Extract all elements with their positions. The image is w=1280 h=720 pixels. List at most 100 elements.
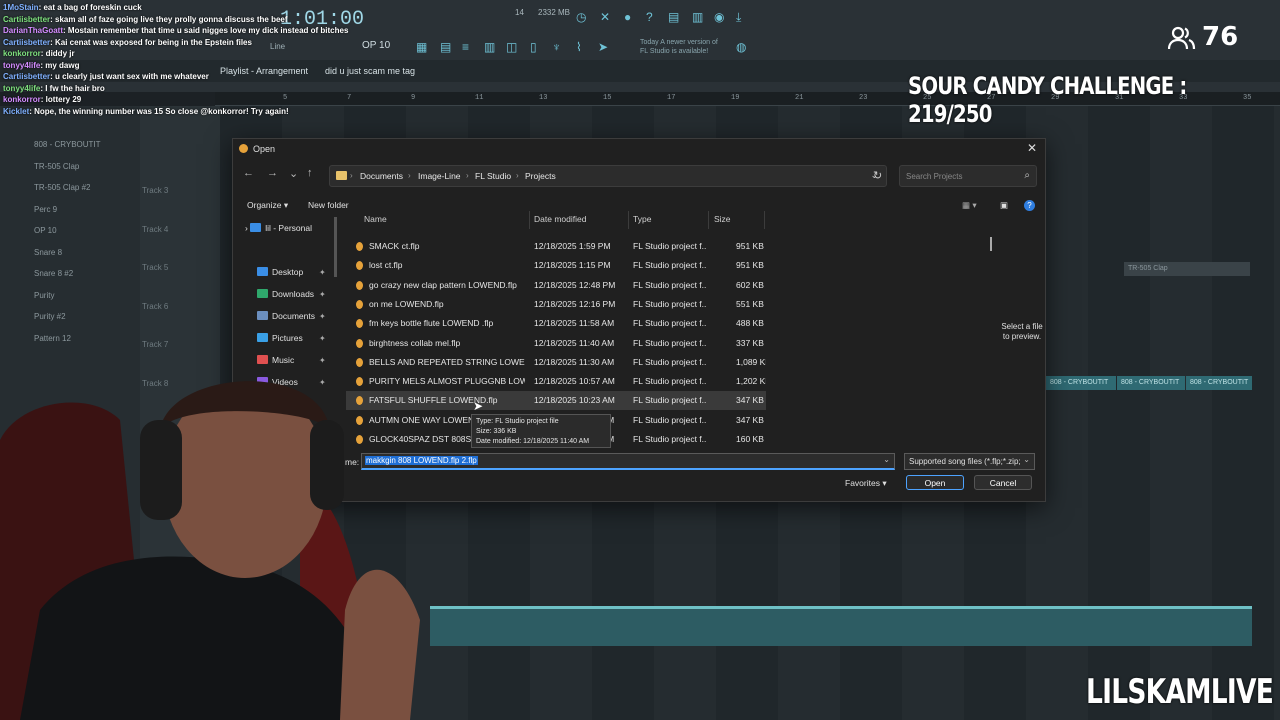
chat-username[interactable]: Cartiisbetter bbox=[3, 38, 50, 47]
pattern-item[interactable]: Purity bbox=[34, 291, 54, 300]
chat-username[interactable]: konkorror bbox=[3, 95, 41, 104]
clip-808[interactable]: 808 - CRYBOUTIT bbox=[1117, 376, 1185, 390]
file-row[interactable]: lost ct.flp 12/18/2025 1:15 PM FL Studio p… bbox=[346, 256, 766, 275]
track-name[interactable]: Track 3 bbox=[142, 186, 168, 195]
column-divider[interactable] bbox=[764, 211, 765, 229]
pattern-item[interactable]: TR-505 Clap #2 bbox=[34, 183, 90, 192]
breadcrumb-image-line[interactable]: Image-Line bbox=[418, 171, 461, 181]
sidebar-item[interactable]: Desktop bbox=[257, 267, 303, 277]
column-divider[interactable] bbox=[628, 211, 629, 229]
track-name[interactable]: Track 5 bbox=[142, 263, 168, 272]
flp-file-icon bbox=[356, 280, 363, 290]
forward-icon[interactable]: → bbox=[267, 167, 278, 179]
file-row[interactable]: go crazy new clap pattern LOWEND.flp 12/1… bbox=[346, 276, 766, 295]
pattern-item[interactable]: Purity #2 bbox=[34, 312, 66, 321]
cable-icon[interactable]: ⌇ bbox=[576, 40, 582, 54]
mixer-icon[interactable]: ≡ bbox=[462, 40, 469, 54]
view-options-icon[interactable]: ▦ ▾ bbox=[962, 200, 977, 211]
playlist-icon[interactable]: ▦ bbox=[416, 40, 427, 54]
browser-icon[interactable]: ▥ bbox=[692, 10, 703, 24]
globe-icon[interactable]: ◍ bbox=[736, 40, 746, 54]
pattern-item[interactable]: Perc 9 bbox=[34, 205, 57, 214]
track-name[interactable]: Track 4 bbox=[142, 225, 168, 234]
plug-icon[interactable]: ♆ bbox=[552, 40, 561, 54]
help-icon[interactable]: ? bbox=[1024, 200, 1035, 211]
sidebar-scrollbar[interactable] bbox=[334, 217, 337, 277]
chat-username[interactable]: 1MoStain bbox=[3, 3, 39, 12]
file-row[interactable]: fm keys bottle flute LOWEND .flp 12/18/20… bbox=[346, 314, 766, 333]
new-folder-button[interactable]: New folder bbox=[308, 200, 349, 210]
preview-pane-icon[interactable]: ▣ bbox=[1000, 200, 1008, 211]
column-size[interactable]: Size bbox=[714, 214, 731, 224]
file-row[interactable]: SMACK ct.flp 12/18/2025 1:59 PM FL Studio … bbox=[346, 237, 766, 256]
up-icon[interactable]: ↑ bbox=[307, 167, 313, 179]
chat-username[interactable]: konkorror bbox=[3, 49, 41, 58]
pin-icon[interactable]: ✦ bbox=[319, 268, 326, 277]
plugin-icon[interactable]: ◫ bbox=[506, 40, 517, 54]
track-name[interactable]: Track 7 bbox=[142, 340, 168, 349]
chevron-down-icon[interactable]: ⌄ bbox=[883, 455, 890, 464]
chevron-down-icon[interactable]: ⌄ bbox=[289, 167, 298, 180]
open-button[interactable]: Open bbox=[906, 475, 964, 490]
file-row[interactable]: birghtness collab mel.flp 12/18/2025 11:4… bbox=[346, 334, 766, 353]
breadcrumb-projects[interactable]: Projects bbox=[525, 171, 556, 181]
tools-icon[interactable]: ✕ bbox=[600, 10, 610, 24]
chat-username[interactable]: tonyy4life bbox=[3, 84, 40, 93]
mic-icon[interactable]: ● bbox=[624, 10, 631, 24]
render-icon[interactable]: ▤ bbox=[668, 10, 679, 24]
clip-808[interactable]: 808 - CRYBOUTIT bbox=[1046, 376, 1116, 390]
automation-clip[interactable] bbox=[430, 606, 1252, 646]
chat-username[interactable]: DarianThaGoatt bbox=[3, 26, 63, 35]
chat-icon[interactable]: ◉ bbox=[714, 10, 724, 24]
chat-username[interactable]: Cartiisbetter bbox=[3, 15, 50, 24]
pin-icon[interactable]: ✦ bbox=[319, 312, 326, 321]
pattern-item[interactable]: Pattern 12 bbox=[34, 334, 71, 343]
pattern-selector[interactable]: OP 10 bbox=[362, 40, 390, 51]
favorites-dropdown[interactable]: Favorites ▾ bbox=[845, 478, 887, 489]
chat-username[interactable]: tonyy4life bbox=[3, 61, 40, 70]
column-name[interactable]: Name bbox=[364, 214, 387, 224]
sidebar-item[interactable]: Downloads bbox=[257, 289, 314, 299]
column-divider[interactable] bbox=[708, 211, 709, 229]
send-icon[interactable]: ➤ bbox=[598, 40, 608, 54]
file-icon[interactable]: ▯ bbox=[530, 40, 537, 54]
filename-input[interactable]: makkgin 808 LOWEND.flp 2.flp ⌄ bbox=[361, 453, 895, 470]
filetype-select[interactable]: Supported song files (*.flp;*.zip; ⌄ bbox=[904, 453, 1035, 470]
breadcrumb-fl-studio[interactable]: FL Studio bbox=[475, 171, 511, 181]
pattern-item[interactable]: TR-505 Clap bbox=[34, 162, 79, 171]
pattern-item[interactable]: OP 10 bbox=[34, 226, 57, 235]
download-icon[interactable]: ⤓ bbox=[736, 10, 741, 25]
sidebar-item[interactable]: Documents bbox=[257, 311, 315, 321]
pin-icon[interactable]: ✦ bbox=[319, 334, 326, 343]
sidebar-item-label: Pictures bbox=[272, 333, 303, 343]
clip-808[interactable]: 808 - CRYBOUTIT bbox=[1186, 376, 1252, 390]
pattern-item[interactable]: Snare 8 #2 bbox=[34, 269, 73, 278]
sidebar-item[interactable]: Pictures bbox=[257, 333, 303, 343]
clip-clap[interactable]: TR-505 Clap bbox=[1124, 262, 1250, 276]
chat-username[interactable]: Kicklet bbox=[3, 107, 29, 116]
track-name[interactable]: Track 6 bbox=[142, 302, 168, 311]
piano-roll-icon[interactable]: ▥ bbox=[484, 40, 495, 54]
update-hint[interactable]: Today A newer version of FL Studio is ava… bbox=[640, 38, 718, 56]
search-input[interactable]: Search Projects ⌕ bbox=[899, 165, 1037, 187]
pattern-item[interactable]: 808 - CRYBOUTIT bbox=[34, 140, 101, 149]
sidebar-item[interactable]: › lil - Personal bbox=[245, 223, 312, 233]
help-icon[interactable]: ? bbox=[646, 10, 653, 24]
pin-icon[interactable]: ✦ bbox=[319, 290, 326, 299]
file-row[interactable]: on me LOWEND.flp 12/18/2025 12:16 PM FL St… bbox=[346, 295, 766, 314]
column-type[interactable]: Type bbox=[633, 214, 651, 224]
chat-username[interactable]: Cartiisbetter bbox=[3, 72, 50, 81]
list-scrollbar[interactable] bbox=[990, 237, 992, 251]
column-divider[interactable] bbox=[529, 211, 530, 229]
back-icon[interactable]: ← bbox=[243, 167, 254, 179]
tempo-value[interactable]: 14 bbox=[515, 8, 524, 17]
column-date[interactable]: Date modified bbox=[534, 214, 586, 224]
channel-rack-icon[interactable]: ▤ bbox=[440, 40, 451, 54]
cancel-button[interactable]: Cancel bbox=[974, 475, 1032, 490]
breadcrumb-documents[interactable]: Documents bbox=[360, 171, 403, 181]
address-bar[interactable]: › Documents › Image-Line › FL Studio › P… bbox=[329, 165, 887, 187]
refresh-icon[interactable]: ↻ bbox=[873, 169, 882, 182]
pattern-item[interactable]: Snare 8 bbox=[34, 248, 62, 257]
organize-button[interactable]: Organize ▾ bbox=[247, 200, 288, 211]
close-icon[interactable]: ✕ bbox=[1027, 141, 1037, 155]
